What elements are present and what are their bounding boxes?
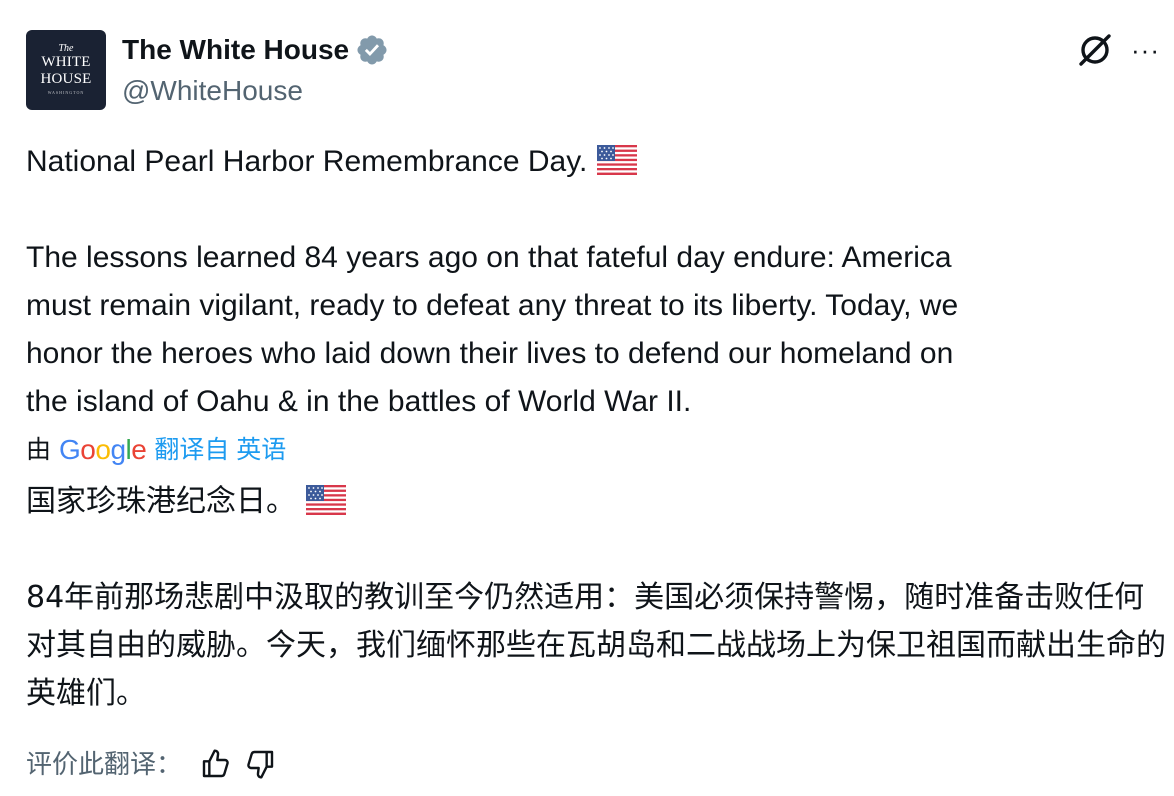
display-name[interactable]: The White House <box>122 33 349 67</box>
handle[interactable]: @WhiteHouse <box>122 74 303 108</box>
grok-icon[interactable] <box>1075 30 1115 70</box>
avatar-line: WASHINGTON <box>47 90 85 95</box>
us-flag-icon <box>306 484 346 515</box>
avatar[interactable]: The WHITE HOUSE WASHINGTON <box>26 30 106 110</box>
display-name-row[interactable]: The White House <box>122 33 389 67</box>
post-text-line: National Pearl Harbor Remembrance Day. <box>26 138 1166 186</box>
avatar-line: The <box>58 43 74 54</box>
translated-body: 84年前那场悲剧中汲取的教训至今仍然适用：美国必须保持警惕，随时准备击败任何对其… <box>26 580 1166 711</box>
google-logo: Google <box>59 434 147 465</box>
thumbs-up-icon[interactable] <box>200 748 232 780</box>
translated-by-prefix: 由 <box>26 436 52 464</box>
verified-badge-icon[interactable] <box>355 33 389 67</box>
rate-translation-label: 评价此翻译： <box>26 749 183 779</box>
translated-by-row: 由 Google 翻译自 英语 <box>26 432 286 468</box>
us-flag-icon <box>597 145 638 176</box>
more-icon[interactable]: ··· <box>1131 30 1160 70</box>
show-original-link[interactable]: 翻译自 英语 <box>154 432 286 468</box>
translated-first-line: 国家珍珠港纪念日。 <box>26 478 1166 526</box>
avatar-line: WHITE <box>41 54 91 70</box>
thumbs-down-icon[interactable] <box>244 748 276 780</box>
post-body: The lessons learned 84 years ago on that… <box>26 241 959 418</box>
translated-line1: 国家珍珠港纪念日。 <box>26 484 296 519</box>
top-actions: ··· <box>1075 30 1160 70</box>
rate-translation-row: 评价此翻译： <box>26 744 276 784</box>
avatar-line: HOUSE <box>40 71 92 87</box>
post-first-line: National Pearl Harbor Remembrance Day. <box>26 145 588 178</box>
